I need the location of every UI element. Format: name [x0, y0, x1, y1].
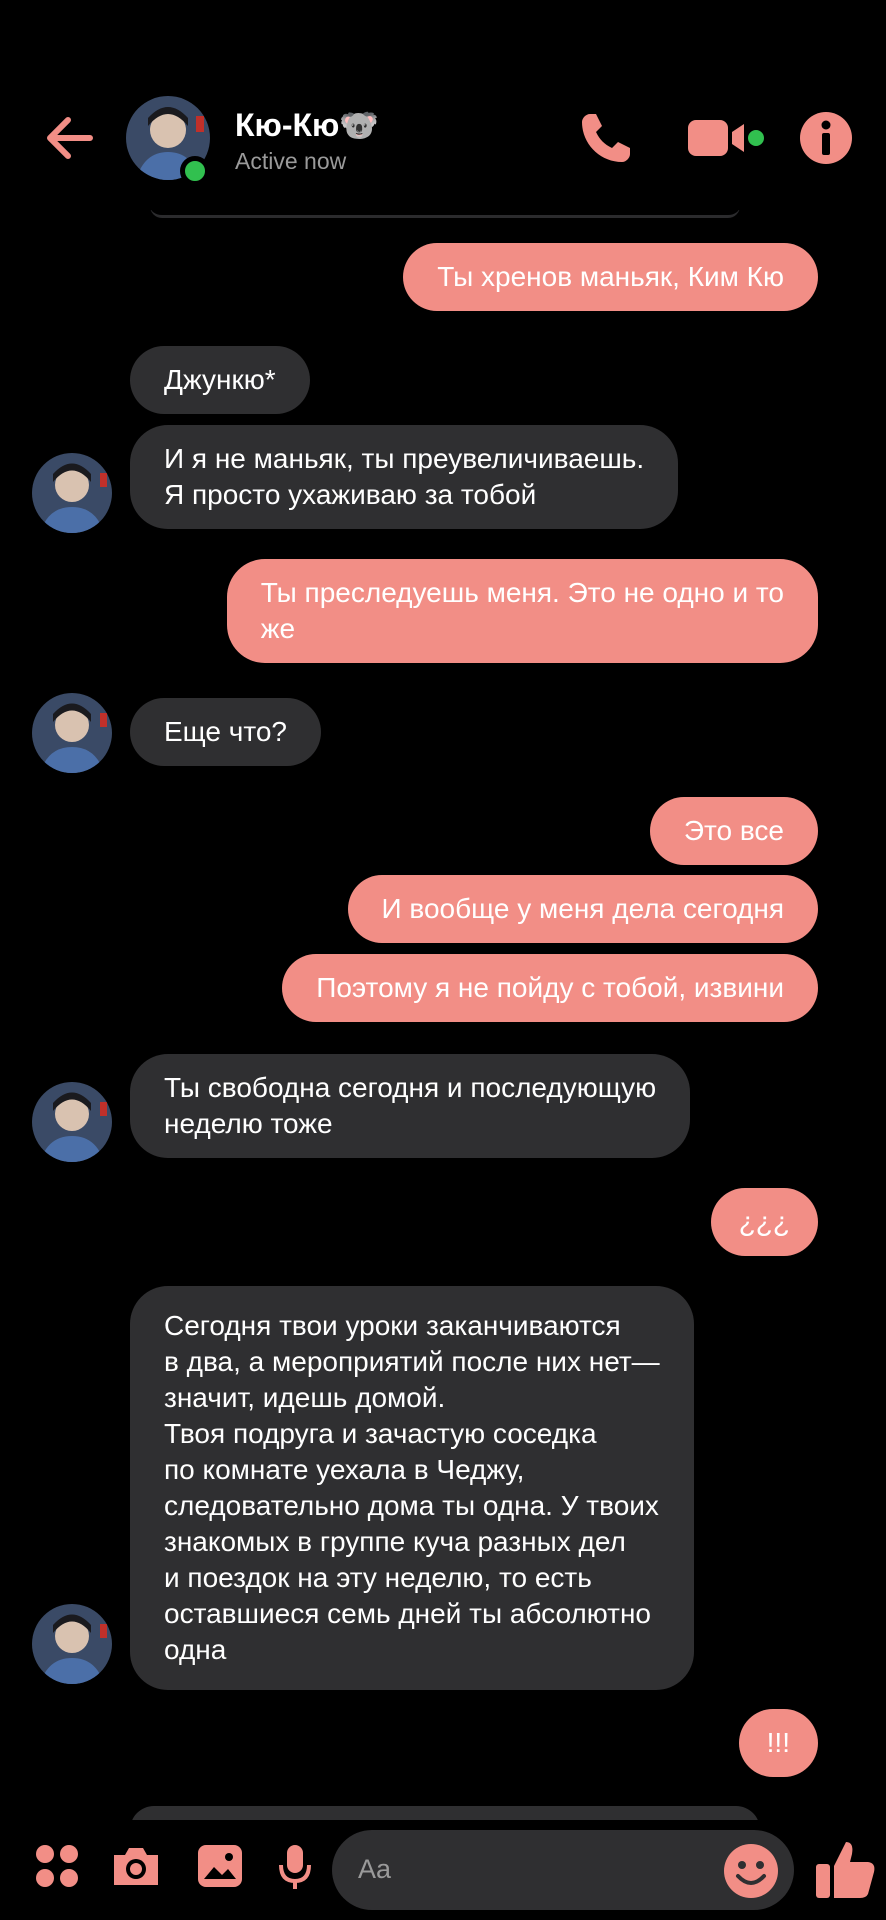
back-arrow-icon[interactable] — [40, 108, 100, 168]
sent-message-bubble[interactable]: Ты преследуешь меня. Это не одно и то же — [226, 559, 818, 663]
sent-message-bubble[interactable]: Ты хренов маньяк, Ким Кю — [403, 243, 818, 311]
online-status-dot — [180, 156, 210, 186]
contact-avatar-small — [32, 693, 112, 773]
thumbs-up-icon[interactable] — [812, 1836, 878, 1902]
conversation-header: Кю-Кю🐨 Active now — [0, 0, 886, 210]
microphone-icon[interactable] — [278, 1843, 312, 1891]
contact-avatar-small — [32, 453, 112, 533]
camera-icon[interactable] — [110, 1843, 162, 1889]
received-message-bubble[interactable]: И я не маньяк, ты преувеличиваешь. Я про… — [130, 425, 679, 529]
gallery-icon[interactable] — [196, 1843, 244, 1889]
contact-status: Active now — [235, 148, 347, 174]
sent-message-bubble[interactable]: !!! — [738, 1709, 818, 1777]
received-message-bubble[interactable]: Еще что? — [130, 698, 321, 766]
sent-message-bubble[interactable]: ¿¿¿ — [710, 1188, 818, 1256]
info-icon[interactable] — [798, 110, 854, 166]
sent-message-bubble[interactable]: Поэтому я не пойду с тобой, извини — [282, 954, 818, 1022]
contact-avatar-small — [32, 1082, 112, 1162]
video-camera-icon[interactable] — [688, 116, 764, 160]
phone-icon[interactable] — [576, 108, 636, 168]
emoji-icon[interactable] — [722, 1842, 780, 1900]
received-message-bubble[interactable]: Сегодня твои уроки заканчиваются в два, … — [130, 1286, 694, 1690]
received-message-bubble[interactable]: Джункю* — [130, 346, 310, 414]
sent-message-bubble[interactable]: Это все — [649, 797, 818, 865]
message-input-placeholder: Aa — [358, 1854, 392, 1884]
received-message-bubble[interactable]: Ты свободна сегодня и последующую неделю… — [130, 1054, 691, 1158]
contact-avatar-small — [32, 1604, 112, 1684]
contact-name[interactable]: Кю-Кю🐨 — [235, 106, 379, 144]
apps-grid-icon[interactable] — [34, 1843, 80, 1889]
sent-message-bubble[interactable]: И вообще у меня дела сегодня — [347, 875, 818, 943]
